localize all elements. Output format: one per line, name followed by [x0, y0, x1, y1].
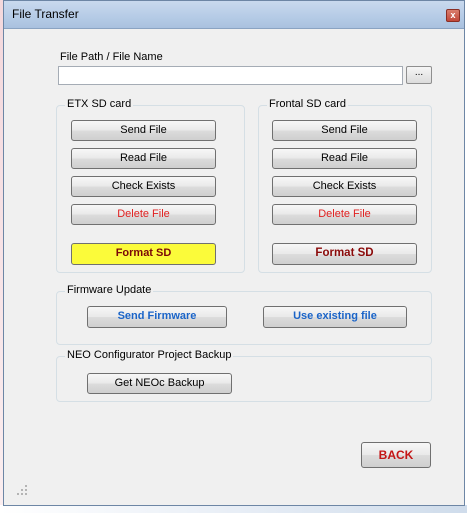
etx-group-title: ETX SD card [65, 98, 134, 110]
frontal-send-file-button[interactable]: Send File [272, 120, 417, 141]
resize-grip-icon[interactable] [17, 485, 27, 495]
etx-delete-file-button[interactable]: Delete File [71, 204, 216, 225]
send-firmware-button[interactable]: Send Firmware [87, 306, 227, 328]
etx-send-file-button[interactable]: Send File [71, 120, 216, 141]
file-transfer-window: File Transfer x File Path / File Name ..… [3, 0, 465, 506]
neo-configurator-backup-group: NEO Configurator Project Backup Get NEOc… [56, 349, 432, 402]
browse-button[interactable]: ... [406, 66, 432, 84]
get-neoc-backup-button[interactable]: Get NEOc Backup [87, 373, 232, 394]
use-existing-file-button[interactable]: Use existing file [263, 306, 407, 328]
window-title: File Transfer [12, 7, 79, 21]
dialog-body: File Path / File Name ... ETX SD card Se… [9, 29, 459, 501]
back-button[interactable]: BACK [361, 442, 431, 468]
frontal-delete-file-button[interactable]: Delete File [272, 204, 417, 225]
file-path-label: File Path / File Name [60, 51, 163, 63]
etx-check-exists-button[interactable]: Check Exists [71, 176, 216, 197]
close-icon: x [450, 10, 456, 20]
firmware-group-title: Firmware Update [65, 284, 154, 296]
frontal-read-file-button[interactable]: Read File [272, 148, 417, 169]
file-path-input[interactable] [58, 66, 403, 85]
frontal-group-title: Frontal SD card [267, 98, 349, 110]
title-bar[interactable]: File Transfer x [4, 1, 464, 29]
frontal-format-sd-button[interactable]: Format SD [272, 243, 417, 265]
etx-sd-card-group: ETX SD card Send File Read File Check Ex… [56, 98, 245, 273]
etx-format-sd-button[interactable]: Format SD [71, 243, 216, 265]
etx-read-file-button[interactable]: Read File [71, 148, 216, 169]
browse-ellipsis-icon: ... [414, 67, 424, 78]
close-button[interactable]: x [446, 9, 460, 22]
backup-group-title: NEO Configurator Project Backup [65, 349, 234, 361]
background-desktop-bottom [0, 505, 467, 513]
frontal-sd-card-group: Frontal SD card Send File Read File Chec… [258, 98, 432, 273]
frontal-check-exists-button[interactable]: Check Exists [272, 176, 417, 197]
firmware-update-group: Firmware Update Send Firmware Use existi… [56, 284, 432, 345]
